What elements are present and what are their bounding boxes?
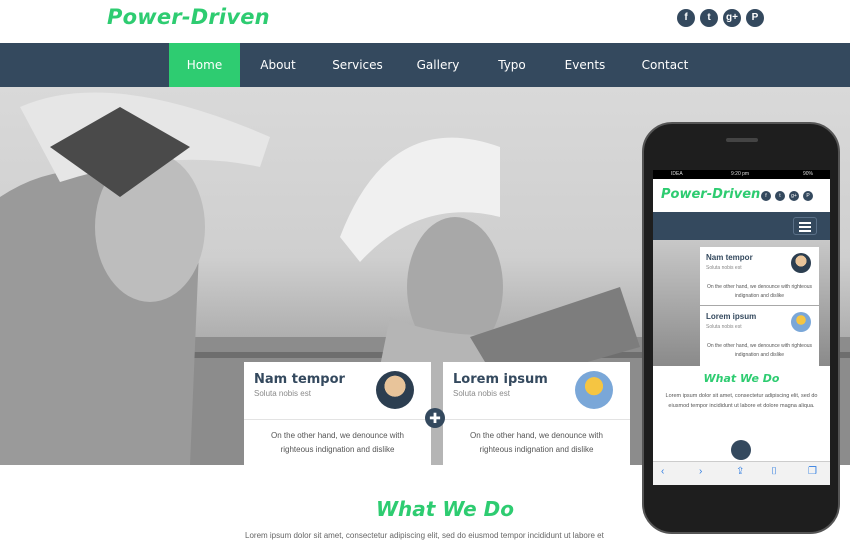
phone-screen: IDEA 9:20 pm 90% Power-Driven f t g+ P N…	[653, 170, 830, 485]
phone-header: Power-Driven f t g+ P	[653, 179, 830, 212]
phone-card: Nam tempor Soluta nobis est On the other…	[700, 247, 819, 305]
phone-status-bar: IDEA 9:20 pm 90%	[653, 170, 830, 179]
site-logo[interactable]: Power-Driven	[107, 5, 270, 29]
share-icon[interactable]: ⇪	[736, 466, 744, 477]
pinterest-icon[interactable]: P	[803, 191, 813, 201]
card-title: Nam tempor	[254, 372, 345, 387]
twitter-icon[interactable]: t	[775, 191, 785, 201]
battery-label: 90%	[803, 171, 814, 177]
plus-icon[interactable]: ✚	[425, 408, 445, 428]
feature-card: Nam tempor Soluta nobis est On the other…	[244, 362, 431, 465]
worker-icon	[731, 440, 751, 460]
phone-hero: Nam tempor Soluta nobis est On the other…	[653, 240, 830, 366]
divider	[443, 419, 630, 420]
main-nav: Home About Services Gallery Typo Events …	[0, 43, 850, 87]
googleplus-icon[interactable]: g+	[723, 9, 741, 27]
phone-logo[interactable]: Power-Driven	[661, 187, 760, 202]
card-body: On the other hand, we denounce with righ…	[706, 284, 813, 299]
site-header: Power-Driven f t g+ P	[0, 0, 850, 43]
avatar	[791, 312, 811, 332]
card-body: On the other hand, we denounce with righ…	[271, 431, 404, 454]
nav-services[interactable]: Services	[325, 43, 390, 87]
nav-about[interactable]: About	[248, 43, 308, 87]
card-title: Nam tempor	[706, 253, 753, 262]
back-icon[interactable]: ‹	[661, 466, 664, 477]
bookmarks-icon[interactable]: ⌷	[771, 466, 777, 477]
phone-section-text: Lorem ipsum dolor sit amet, consectetur …	[665, 393, 818, 409]
nav-gallery[interactable]: Gallery	[408, 43, 468, 87]
nav-events[interactable]: Events	[555, 43, 615, 87]
card-body: On the other hand, we denounce with righ…	[706, 343, 813, 358]
card-subtitle: Soluta nobis est	[706, 324, 742, 330]
phone-nav	[653, 212, 830, 240]
avatar	[376, 371, 414, 409]
nav-typo[interactable]: Typo	[487, 43, 537, 87]
card-title: Lorem ipsum	[706, 312, 757, 321]
avatar	[575, 371, 613, 409]
facebook-icon[interactable]: f	[761, 191, 771, 201]
browser-toolbar: ‹ › ⇪ ⌷ ❐	[653, 461, 830, 485]
status-time: 9:20 pm	[731, 171, 750, 177]
twitter-icon[interactable]: t	[700, 9, 718, 27]
forward-icon[interactable]: ›	[699, 466, 702, 477]
section-text: Lorem ipsum dolor sit amet, consectetur …	[245, 531, 604, 540]
card-title: Lorem ipsum	[453, 372, 548, 387]
avatar	[791, 253, 811, 273]
feature-card: Lorem ipsum Soluta nobis est On the othe…	[443, 362, 630, 465]
nav-contact[interactable]: Contact	[635, 43, 695, 87]
googleplus-icon[interactable]: g+	[789, 191, 799, 201]
hamburger-menu-icon[interactable]	[793, 217, 817, 235]
divider	[244, 419, 431, 420]
section-title: What We Do	[376, 497, 514, 521]
card-subtitle: Soluta nobis est	[254, 389, 311, 398]
carrier-label: IDEA	[671, 171, 683, 177]
phone-speaker	[726, 138, 758, 142]
phone-section-title: What We Do	[703, 372, 780, 385]
tabs-icon[interactable]: ❐	[808, 466, 817, 477]
phone-card: Lorem ipsum Soluta nobis est On the othe…	[700, 306, 819, 366]
card-subtitle: Soluta nobis est	[706, 265, 742, 271]
pinterest-icon[interactable]: P	[746, 9, 764, 27]
card-body: On the other hand, we denounce with righ…	[470, 431, 603, 454]
nav-home[interactable]: Home	[169, 43, 240, 87]
facebook-icon[interactable]: f	[677, 9, 695, 27]
card-subtitle: Soluta nobis est	[453, 389, 510, 398]
